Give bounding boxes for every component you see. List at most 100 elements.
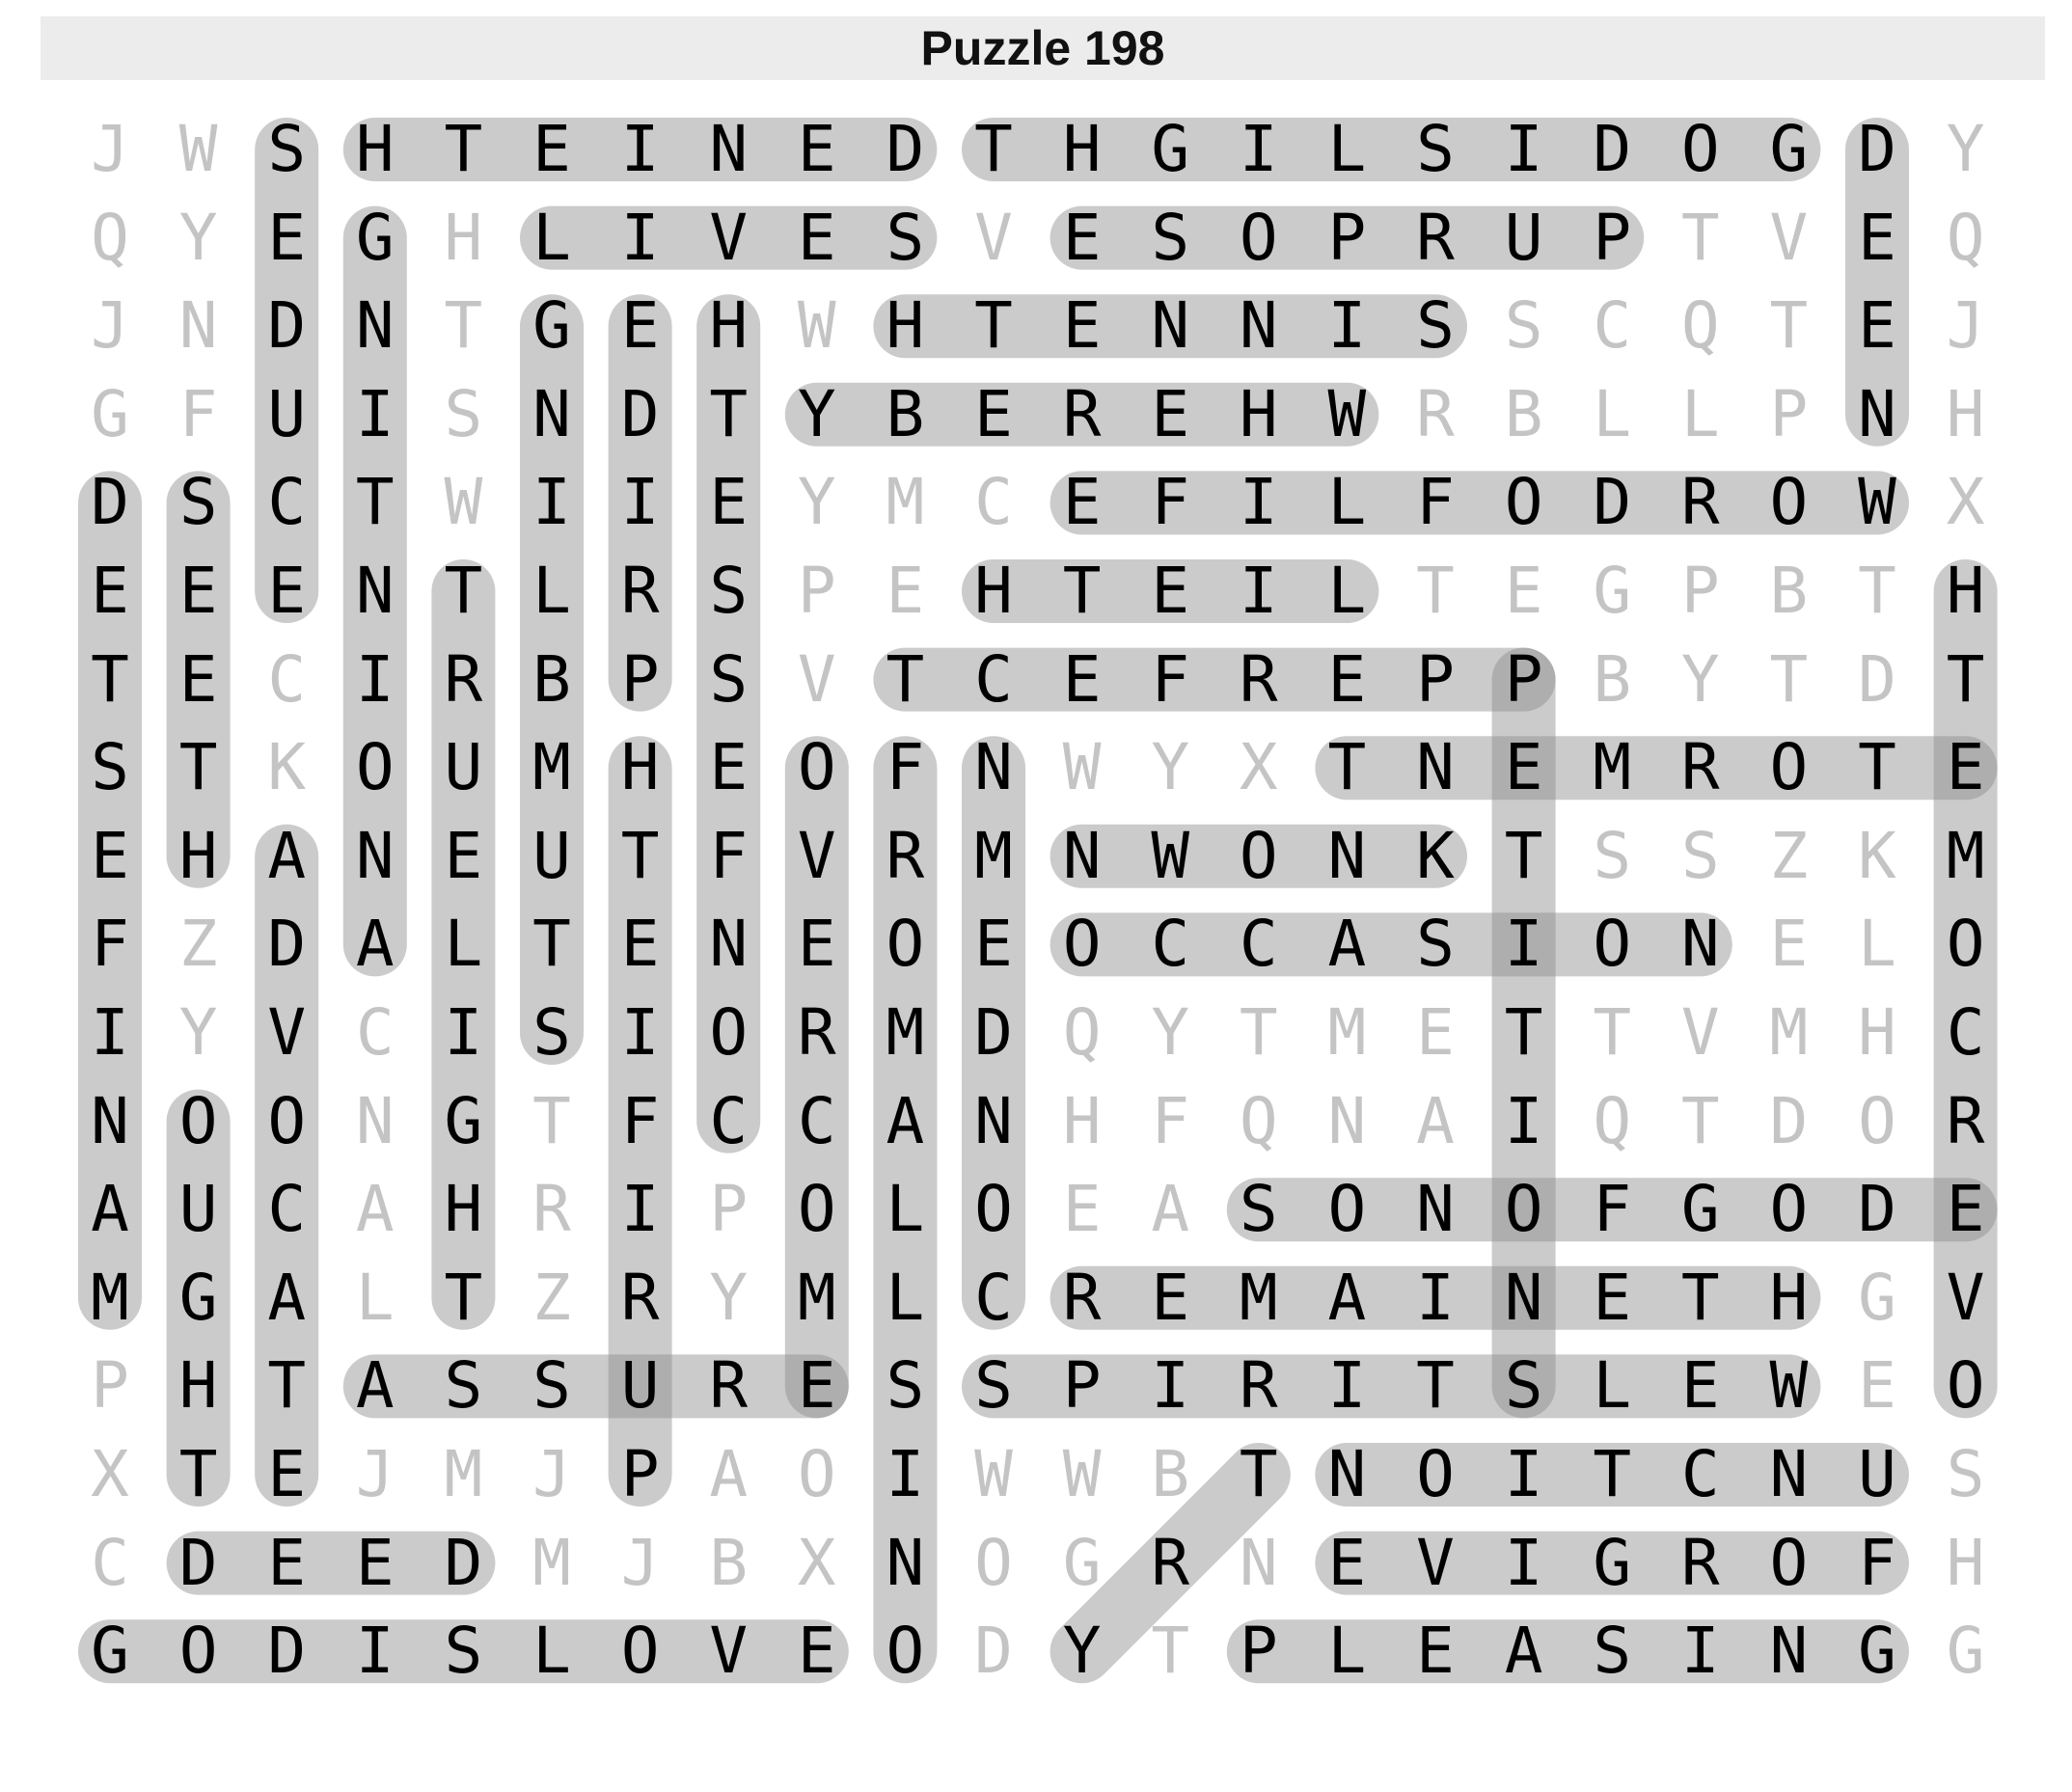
grid-cell[interactable]: M bbox=[66, 1254, 154, 1343]
grid-cell[interactable]: D bbox=[66, 458, 154, 547]
grid-cell[interactable]: N bbox=[1302, 1430, 1391, 1519]
grid-cell[interactable]: V bbox=[684, 1607, 773, 1696]
grid-cell[interactable]: R bbox=[1391, 194, 1480, 283]
grid-cell[interactable]: M bbox=[949, 812, 1038, 901]
grid-cell[interactable]: T bbox=[1568, 1430, 1656, 1519]
grid-cell[interactable]: E bbox=[773, 1607, 861, 1696]
grid-cell[interactable]: I bbox=[1480, 105, 1568, 194]
grid-cell[interactable]: E bbox=[154, 547, 243, 636]
grid-cell[interactable]: H bbox=[154, 1342, 243, 1430]
grid-cell[interactable]: E bbox=[1302, 1519, 1391, 1608]
grid-cell[interactable]: C bbox=[1922, 989, 2010, 1077]
grid-cell[interactable]: T bbox=[949, 105, 1038, 194]
grid-cell[interactable]: D bbox=[419, 1519, 507, 1608]
grid-cell[interactable]: F bbox=[860, 723, 949, 812]
grid-cell[interactable]: G bbox=[419, 1077, 507, 1166]
grid-cell[interactable]: E bbox=[1126, 370, 1214, 459]
grid-cell[interactable]: F bbox=[684, 812, 773, 901]
grid-cell[interactable]: S bbox=[1480, 282, 1568, 370]
grid-cell[interactable]: R bbox=[419, 636, 507, 724]
grid-cell[interactable]: Y bbox=[773, 458, 861, 547]
grid-cell[interactable]: E bbox=[1391, 989, 1480, 1077]
grid-cell[interactable]: U bbox=[1480, 194, 1568, 283]
grid-cell[interactable]: E bbox=[331, 1519, 420, 1608]
grid-cell[interactable]: H bbox=[419, 1165, 507, 1254]
grid-cell[interactable]: Y bbox=[1656, 636, 1745, 724]
grid-cell[interactable]: O bbox=[331, 723, 420, 812]
grid-cell[interactable]: T bbox=[1833, 723, 1922, 812]
grid-cell[interactable]: L bbox=[1568, 1342, 1656, 1430]
grid-cell[interactable]: W bbox=[1744, 1342, 1833, 1430]
grid-cell[interactable]: A bbox=[331, 900, 420, 989]
grid-cell[interactable]: E bbox=[1744, 900, 1833, 989]
grid-cell[interactable]: D bbox=[860, 105, 949, 194]
grid-cell[interactable]: G bbox=[66, 370, 154, 459]
grid-cell[interactable]: R bbox=[1038, 1254, 1127, 1343]
grid-cell[interactable]: B bbox=[1126, 1430, 1214, 1519]
grid-cell[interactable]: T bbox=[1214, 1430, 1303, 1519]
grid-cell[interactable]: M bbox=[773, 1254, 861, 1343]
grid-cell[interactable]: E bbox=[1302, 636, 1391, 724]
grid-cell[interactable]: N bbox=[1391, 1165, 1480, 1254]
grid-cell[interactable]: G bbox=[154, 1254, 243, 1343]
grid-cell[interactable]: H bbox=[1922, 547, 2010, 636]
grid-cell[interactable]: A bbox=[684, 1430, 773, 1519]
grid-cell[interactable]: Y bbox=[154, 194, 243, 283]
grid-cell[interactable]: B bbox=[1744, 547, 1833, 636]
grid-cell[interactable]: A bbox=[66, 1165, 154, 1254]
grid-cell[interactable]: C bbox=[242, 1165, 331, 1254]
grid-cell[interactable]: F bbox=[1833, 1519, 1922, 1608]
grid-cell[interactable]: L bbox=[419, 900, 507, 989]
grid-cell[interactable]: I bbox=[596, 989, 685, 1077]
grid-cell[interactable]: I bbox=[507, 458, 596, 547]
grid-cell[interactable]: F bbox=[596, 1077, 685, 1166]
grid-cell[interactable]: C bbox=[949, 636, 1038, 724]
grid-cell[interactable]: Y bbox=[684, 1254, 773, 1343]
grid-cell[interactable]: P bbox=[1038, 1342, 1127, 1430]
grid-cell[interactable]: O bbox=[154, 1607, 243, 1696]
grid-cell[interactable]: W bbox=[773, 282, 861, 370]
grid-cell[interactable]: T bbox=[419, 105, 507, 194]
grid-cell[interactable]: N bbox=[1126, 282, 1214, 370]
grid-cell[interactable]: D bbox=[1833, 105, 1922, 194]
grid-cell[interactable]: T bbox=[1568, 989, 1656, 1077]
grid-cell[interactable]: P bbox=[773, 547, 861, 636]
grid-cell[interactable]: E bbox=[1922, 1165, 2010, 1254]
grid-cell[interactable]: D bbox=[1833, 636, 1922, 724]
grid-cell[interactable]: I bbox=[66, 989, 154, 1077]
grid-cell[interactable]: L bbox=[1302, 547, 1391, 636]
grid-cell[interactable]: T bbox=[860, 636, 949, 724]
grid-cell[interactable]: F bbox=[1126, 636, 1214, 724]
grid-cell[interactable]: N bbox=[1656, 900, 1745, 989]
grid-cell[interactable]: A bbox=[331, 1342, 420, 1430]
grid-cell[interactable]: M bbox=[507, 723, 596, 812]
grid-cell[interactable]: N bbox=[1744, 1607, 1833, 1696]
grid-cell[interactable]: E bbox=[1038, 194, 1127, 283]
grid-cell[interactable]: S bbox=[419, 1342, 507, 1430]
grid-cell[interactable]: Q bbox=[1568, 1077, 1656, 1166]
grid-cell[interactable]: P bbox=[1214, 1607, 1303, 1696]
grid-cell[interactable]: V bbox=[1744, 194, 1833, 283]
grid-cell[interactable]: B bbox=[860, 370, 949, 459]
grid-cell[interactable]: I bbox=[596, 105, 685, 194]
grid-cell[interactable]: V bbox=[242, 989, 331, 1077]
grid-cell[interactable]: S bbox=[1391, 900, 1480, 989]
grid-cell[interactable]: J bbox=[66, 282, 154, 370]
grid-cell[interactable]: N bbox=[1214, 1519, 1303, 1608]
grid-cell[interactable]: M bbox=[419, 1430, 507, 1519]
grid-cell[interactable]: J bbox=[596, 1519, 685, 1608]
grid-cell[interactable]: Q bbox=[1038, 989, 1127, 1077]
grid-cell[interactable]: S bbox=[1656, 812, 1745, 901]
grid-cell[interactable]: E bbox=[773, 194, 861, 283]
grid-cell[interactable]: G bbox=[1833, 1607, 1922, 1696]
grid-cell[interactable]: R bbox=[860, 812, 949, 901]
grid-cell[interactable]: P bbox=[596, 636, 685, 724]
grid-cell[interactable]: P bbox=[596, 1430, 685, 1519]
grid-cell[interactable]: G bbox=[66, 1607, 154, 1696]
grid-cell[interactable]: N bbox=[331, 282, 420, 370]
grid-cell[interactable]: I bbox=[596, 194, 685, 283]
grid-cell[interactable]: L bbox=[331, 1254, 420, 1343]
grid-cell[interactable]: U bbox=[507, 812, 596, 901]
grid-cell[interactable]: G bbox=[1922, 1607, 2010, 1696]
grid-cell[interactable]: I bbox=[331, 636, 420, 724]
